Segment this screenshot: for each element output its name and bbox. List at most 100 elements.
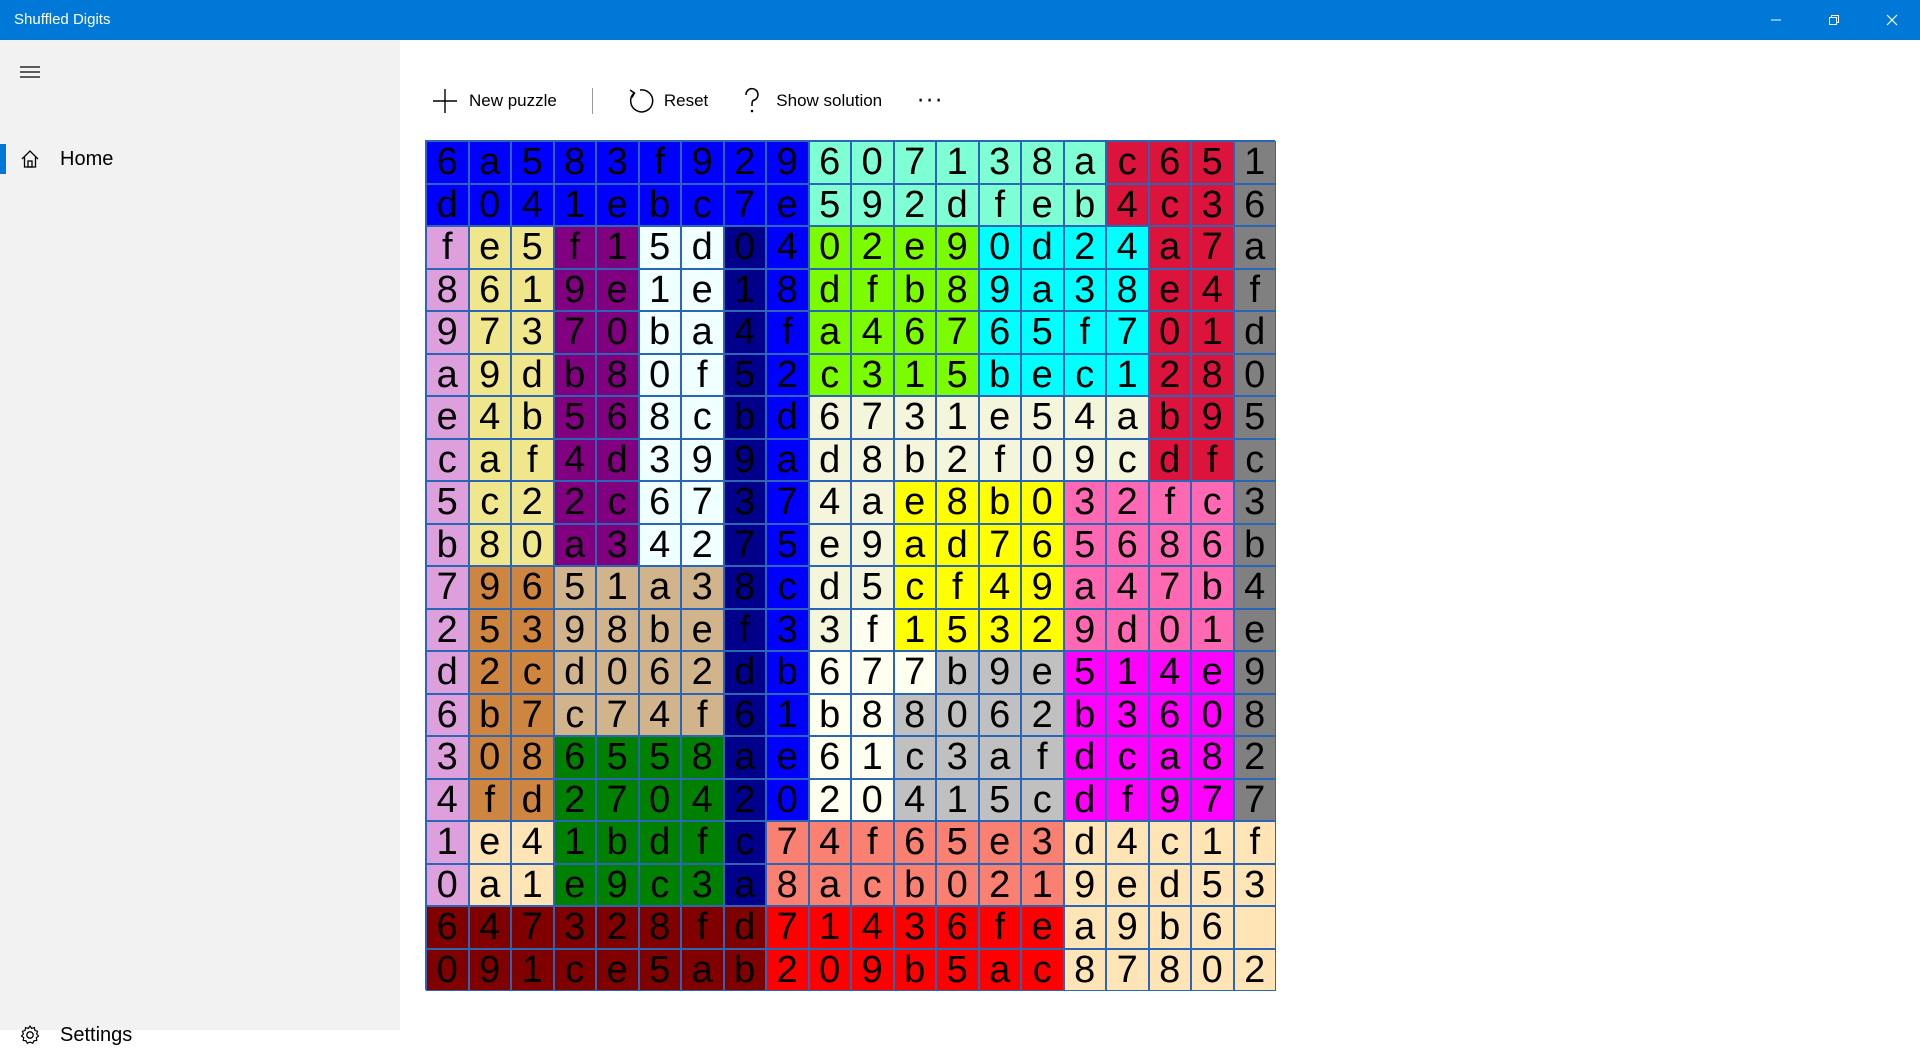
puzzle-cell[interactable]: 9 <box>851 948 894 991</box>
puzzle-cell[interactable]: 9 <box>1063 438 1106 481</box>
puzzle-cell[interactable]: d <box>1063 778 1106 821</box>
puzzle-cell[interactable]: 7 <box>553 311 596 354</box>
puzzle-cell[interactable]: 6 <box>808 651 851 694</box>
puzzle-cell[interactable]: 5 <box>511 226 554 269</box>
puzzle-cell[interactable]: 3 <box>596 141 639 184</box>
puzzle-cell[interactable]: 7 <box>1148 566 1191 609</box>
puzzle-cell[interactable]: 0 <box>1191 948 1234 991</box>
puzzle-cell[interactable]: 9 <box>553 608 596 651</box>
puzzle-cell[interactable]: f <box>936 566 979 609</box>
puzzle-cell[interactable]: c <box>1106 438 1149 481</box>
puzzle-cell[interactable]: a <box>766 438 809 481</box>
puzzle-cell[interactable]: d <box>936 183 979 226</box>
puzzle-cell[interactable]: 3 <box>1191 183 1234 226</box>
puzzle-cell[interactable]: a <box>978 948 1021 991</box>
puzzle-cell[interactable]: b <box>808 693 851 736</box>
puzzle-cell[interactable]: 8 <box>1148 948 1191 991</box>
puzzle-cell[interactable]: 4 <box>1233 566 1276 609</box>
puzzle-cell[interactable]: 9 <box>468 353 511 396</box>
puzzle-cell[interactable]: c <box>426 438 469 481</box>
puzzle-cell[interactable]: d <box>1063 736 1106 779</box>
puzzle-cell[interactable]: 7 <box>1191 778 1234 821</box>
puzzle-cell[interactable]: 3 <box>511 311 554 354</box>
puzzle-cell[interactable]: f <box>723 608 766 651</box>
puzzle-cell[interactable]: d <box>723 906 766 949</box>
puzzle-cell[interactable]: 8 <box>468 523 511 566</box>
puzzle-cell[interactable]: 3 <box>936 736 979 779</box>
puzzle-cell[interactable]: 2 <box>511 481 554 524</box>
puzzle-cell[interactable]: 7 <box>766 906 809 949</box>
puzzle-cell[interactable]: b <box>978 481 1021 524</box>
puzzle-cell[interactable]: 4 <box>1106 226 1149 269</box>
puzzle-cell[interactable]: 3 <box>893 396 936 439</box>
puzzle-cell[interactable]: c <box>638 863 681 906</box>
puzzle-cell[interactable]: a <box>723 863 766 906</box>
puzzle-cell[interactable]: 4 <box>851 906 894 949</box>
puzzle-cell[interactable]: b <box>468 693 511 736</box>
puzzle-cell[interactable]: 7 <box>1106 311 1149 354</box>
puzzle-cell[interactable]: 7 <box>468 311 511 354</box>
puzzle-cell[interactable]: 3 <box>978 141 1021 184</box>
puzzle-cell[interactable]: d <box>681 226 724 269</box>
puzzle-cell[interactable]: b <box>638 311 681 354</box>
puzzle-cell[interactable]: a <box>1063 906 1106 949</box>
puzzle-cell[interactable]: 6 <box>978 311 1021 354</box>
puzzle-cell[interactable]: 5 <box>766 523 809 566</box>
puzzle-cell[interactable]: 1 <box>511 948 554 991</box>
puzzle-cell[interactable]: b <box>1148 396 1191 439</box>
puzzle-cell[interactable]: 0 <box>426 863 469 906</box>
puzzle-cell[interactable]: 6 <box>936 906 979 949</box>
puzzle-cell[interactable]: 6 <box>638 651 681 694</box>
puzzle-cell[interactable]: 0 <box>808 226 851 269</box>
puzzle-cell[interactable]: 1 <box>1191 608 1234 651</box>
puzzle-cell[interactable]: a <box>808 311 851 354</box>
puzzle-cell[interactable]: 3 <box>1063 481 1106 524</box>
puzzle-cell[interactable]: 6 <box>893 821 936 864</box>
puzzle-cell[interactable]: f <box>468 778 511 821</box>
puzzle-cell[interactable]: b <box>1191 566 1234 609</box>
puzzle-cell[interactable]: f <box>851 608 894 651</box>
puzzle-cell[interactable]: 9 <box>978 268 1021 311</box>
puzzle-cell[interactable]: 4 <box>1148 651 1191 694</box>
puzzle-cell[interactable]: 1 <box>638 268 681 311</box>
puzzle-cell[interactable]: 4 <box>468 396 511 439</box>
puzzle-cell[interactable]: 7 <box>766 481 809 524</box>
puzzle-cell[interactable]: 8 <box>511 736 554 779</box>
puzzle-cell[interactable]: 1 <box>936 396 979 439</box>
puzzle-cell[interactable]: 0 <box>1148 311 1191 354</box>
puzzle-cell[interactable]: 3 <box>511 608 554 651</box>
puzzle-cell[interactable]: 9 <box>1063 863 1106 906</box>
puzzle-cell[interactable] <box>1233 906 1276 949</box>
puzzle-cell[interactable]: a <box>468 863 511 906</box>
puzzle-cell[interactable]: 8 <box>936 481 979 524</box>
puzzle-cell[interactable]: 2 <box>723 778 766 821</box>
puzzle-cell[interactable]: 7 <box>1106 948 1149 991</box>
puzzle-cell[interactable]: a <box>851 481 894 524</box>
puzzle-cell[interactable]: 6 <box>426 141 469 184</box>
puzzle-cell[interactable]: 9 <box>553 268 596 311</box>
puzzle-cell[interactable]: b <box>553 353 596 396</box>
puzzle-cell[interactable]: 0 <box>511 523 554 566</box>
puzzle-cell[interactable]: a <box>1233 226 1276 269</box>
puzzle-cell[interactable]: d <box>1021 226 1064 269</box>
reset-button[interactable]: Reset <box>619 80 713 122</box>
puzzle-cell[interactable]: 5 <box>511 141 554 184</box>
puzzle-cell[interactable]: 9 <box>468 948 511 991</box>
puzzle-cell[interactable]: 3 <box>681 863 724 906</box>
puzzle-cell[interactable]: e <box>766 736 809 779</box>
puzzle-cell[interactable]: d <box>1106 608 1149 651</box>
puzzle-cell[interactable]: 1 <box>553 821 596 864</box>
puzzle-cell[interactable]: d <box>1148 438 1191 481</box>
puzzle-cell[interactable]: 4 <box>1063 396 1106 439</box>
puzzle-cell[interactable]: e <box>978 821 1021 864</box>
puzzle-cell[interactable]: 8 <box>553 141 596 184</box>
puzzle-cell[interactable]: 6 <box>553 736 596 779</box>
puzzle-cell[interactable]: 7 <box>978 523 1021 566</box>
puzzle-cell[interactable]: 8 <box>596 608 639 651</box>
puzzle-cell[interactable]: 1 <box>808 906 851 949</box>
puzzle-cell[interactable]: 3 <box>766 608 809 651</box>
puzzle-cell[interactable]: a <box>1063 566 1106 609</box>
puzzle-cell[interactable]: 6 <box>468 268 511 311</box>
puzzle-cell[interactable]: a <box>808 863 851 906</box>
puzzle-cell[interactable]: 0 <box>1021 481 1064 524</box>
